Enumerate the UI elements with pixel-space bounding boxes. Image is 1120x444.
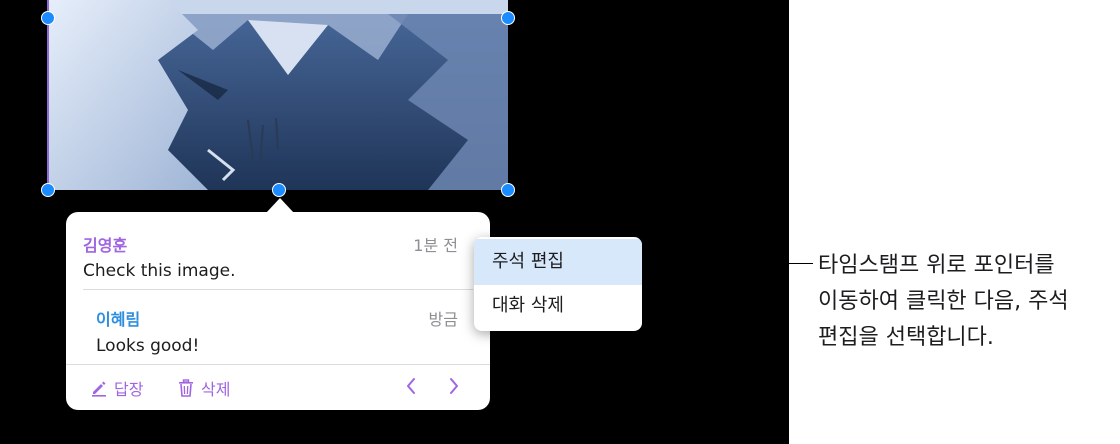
trash-icon <box>179 379 193 397</box>
popover-arrow <box>266 198 294 213</box>
reply-author: 이혜림 <box>96 310 141 329</box>
reply-timestamp[interactable]: 방금 <box>429 306 458 330</box>
chevron-right-icon <box>450 378 458 394</box>
resize-handle-bottom-center[interactable] <box>272 183 286 197</box>
resize-handle-bottom-left[interactable] <box>41 183 55 197</box>
next-comment-button[interactable] <box>444 374 464 398</box>
comment-author: 김영훈 <box>83 236 128 255</box>
menu-item-edit-comment[interactable]: 주석 편집 <box>474 239 642 285</box>
comment-popover: 김영훈 1분 전 Check this image. 이혜림 방금 Looks … <box>66 212 490 410</box>
previous-comment-button[interactable] <box>401 374 421 398</box>
callout-line-2: 이동하여 클릭한 다음, 주석 <box>818 289 1069 314</box>
comment-divider <box>83 289 473 290</box>
delete-label: 삭제 <box>201 380 231 399</box>
reply-label: 답장 <box>114 380 144 399</box>
selected-image[interactable] <box>48 0 508 190</box>
timestamp-context-menu: 주석 편집 대화 삭제 <box>474 237 642 331</box>
delete-button[interactable]: 삭제 <box>177 376 230 400</box>
comment-timestamp[interactable]: 1분 전 <box>413 232 458 256</box>
chevron-left-icon <box>407 378 415 394</box>
callout-leader-line <box>643 263 813 264</box>
reply-button[interactable]: 답장 <box>90 376 143 400</box>
resize-handle-top-left[interactable] <box>41 11 55 25</box>
callout-line-1: 타임스탬프 위로 포인터를 <box>818 253 1055 278</box>
callout-text: 타임스탬프 위로 포인터를 이동하여 클릭한 다음, 주석 편집을 선택합니다. <box>818 248 1118 356</box>
selection-edge <box>47 0 49 190</box>
reply-text: Looks good! <box>96 336 200 356</box>
resize-handle-top-right[interactable] <box>501 11 515 25</box>
menu-item-delete-conversation[interactable]: 대화 삭제 <box>474 283 642 329</box>
pencil-icon <box>92 381 106 397</box>
footer-divider <box>66 364 490 365</box>
callout-line-3: 편집을 선택합니다. <box>818 325 994 350</box>
comment-text: Check this image. <box>83 261 236 281</box>
lake-photo <box>48 0 508 190</box>
resize-handle-bottom-right[interactable] <box>501 183 515 197</box>
